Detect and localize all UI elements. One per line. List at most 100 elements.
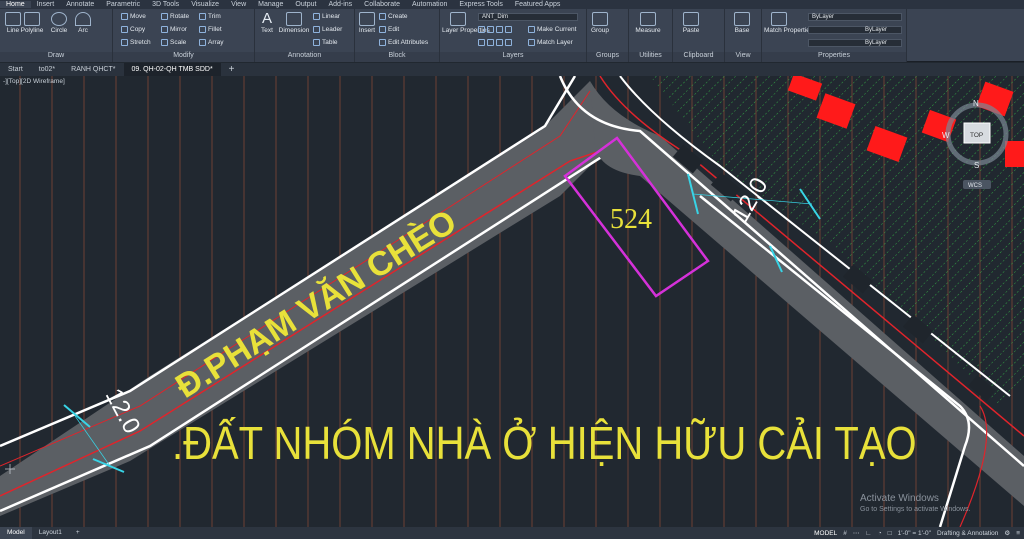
current-layer-dropdown[interactable]: ANT_Dim — [478, 13, 578, 21]
doc-tab-active-drawing[interactable]: 09. QH-02-QH TMB SDD* — [123, 63, 221, 76]
tab-manage[interactable]: Manage — [252, 1, 289, 8]
leader-icon — [313, 26, 320, 33]
tab-parametric[interactable]: Parametric — [100, 1, 146, 8]
utilities-panel-title[interactable]: Utilities — [629, 52, 672, 62]
move-icon — [121, 13, 128, 20]
mirror-button[interactable]: Mirror — [161, 26, 187, 33]
doc-tab-ranh-qhct[interactable]: RANH QHCT* — [63, 63, 123, 76]
tab-annotate[interactable]: Annotate — [60, 1, 100, 8]
rotate-button[interactable]: Rotate — [161, 13, 189, 20]
annotation-panel-title[interactable]: Annotation — [255, 52, 354, 62]
annotation-scale[interactable]: 1'-0" = 1'-0" — [898, 530, 931, 537]
draw-panel-title[interactable]: Draw — [0, 52, 112, 62]
insert-button[interactable]: Insert — [357, 12, 377, 34]
fillet-button[interactable]: Fillet — [199, 26, 222, 33]
match-properties-button[interactable]: Match Properties — [764, 12, 813, 34]
arc-button[interactable]: Arc — [72, 12, 94, 34]
trim-button[interactable]: Trim — [199, 13, 221, 20]
match-layer-button[interactable]: Match Layer — [528, 39, 573, 46]
tab-automation[interactable]: Automation — [406, 1, 453, 8]
move-button[interactable]: Move — [121, 13, 146, 20]
scale-button[interactable]: Scale — [161, 39, 186, 46]
menu-icon[interactable]: ≡ — [1016, 530, 1020, 537]
tab-view[interactable]: View — [225, 1, 252, 8]
model-layout-tab[interactable]: Model — [0, 527, 32, 539]
doc-tab-start[interactable]: Start — [0, 63, 31, 76]
linetype-dropdown[interactable]: ByLayer — [808, 26, 902, 34]
osnap-icon[interactable]: □ — [888, 530, 892, 537]
clipboard-panel: Paste Clipboard — [673, 9, 725, 62]
viewcube-north-label: N — [973, 99, 979, 108]
color-dropdown[interactable]: ByLayer — [808, 13, 902, 21]
trim-icon — [199, 13, 206, 20]
make-current-button[interactable]: Make Current — [528, 26, 576, 33]
tab-insert[interactable]: Insert — [31, 1, 61, 8]
paste-button[interactable]: Paste — [679, 12, 703, 34]
stretch-button[interactable]: Stretch — [121, 39, 151, 46]
linear-button[interactable]: Linear — [313, 13, 340, 20]
polyline-button[interactable]: Polyline — [19, 12, 45, 34]
tab-express-tools[interactable]: Express Tools — [453, 1, 508, 8]
workspace-switch[interactable]: Drafting & Annotation — [937, 530, 998, 537]
layer-tools-row2[interactable] — [478, 39, 512, 46]
lineweight-dropdown[interactable]: ByLayer — [808, 39, 902, 47]
modify-panel-title[interactable]: Modify — [113, 52, 254, 62]
new-tab-button[interactable]: + — [221, 63, 243, 76]
doc-tab-to02[interactable]: to02* — [31, 63, 63, 76]
measure-button[interactable]: Measure — [632, 12, 664, 34]
polar-icon[interactable]: ◔ — [878, 530, 882, 537]
ortho-icon[interactable]: ∟ — [865, 530, 871, 537]
properties-panel: Match Properties ByLayer ByLayer ByLayer… — [762, 9, 907, 62]
layer-freeze-icon — [496, 26, 503, 33]
base-button[interactable]: Base — [731, 12, 753, 34]
copy-icon — [121, 26, 128, 33]
view-panel: Base View — [725, 9, 762, 62]
edit-block-button[interactable]: Edit — [379, 26, 399, 33]
model-space-toggle[interactable]: MODEL — [814, 530, 837, 537]
viewport-label[interactable]: -][Top][2D Wireframe] — [3, 78, 65, 85]
drawing-viewport[interactable]: Đ.PHẠM VĂN CHÈO .ĐẤT NHÓM NHÀ Ở HIỆN HỮU… — [0, 76, 1024, 527]
tab-home[interactable]: Home — [0, 1, 31, 8]
tab-output[interactable]: Output — [289, 1, 322, 8]
fillet-icon — [199, 26, 206, 33]
grid-icon[interactable]: # — [843, 530, 847, 537]
drawing-canvas[interactable]: Đ.PHẠM VĂN CHÈO .ĐẤT NHÓM NHÀ Ở HIỆN HỮU… — [0, 76, 1024, 527]
tab-3d-tools[interactable]: 3D Tools — [146, 1, 185, 8]
settings-icon[interactable]: ⚙ — [1004, 529, 1010, 537]
create-block-button[interactable]: Create — [379, 13, 408, 20]
edit-attributes-button[interactable]: Edit Attributes — [379, 39, 428, 46]
rotate-icon — [161, 13, 168, 20]
layers-panel-title[interactable]: Layers — [440, 52, 586, 62]
clipboard-panel-title[interactable]: Clipboard — [673, 52, 724, 62]
viewcube-south-label: S — [974, 161, 979, 170]
properties-panel-title[interactable]: Properties — [762, 52, 906, 62]
layout1-tab[interactable]: Layout1 — [32, 527, 69, 539]
add-layout-button[interactable]: + — [69, 527, 87, 539]
array-button[interactable]: Array — [199, 39, 224, 46]
groups-panel-title[interactable]: Groups — [587, 52, 628, 62]
tab-collaborate[interactable]: Collaborate — [358, 1, 406, 8]
snap-icon[interactable]: ⋯ — [853, 529, 860, 537]
document-tab-bar: Start to02* RANH QHCT* 09. QH-02-QH TMB … — [0, 63, 1024, 76]
group-button[interactable]: Group — [589, 12, 611, 34]
ribbon: Line Polyline Circle Arc Draw Move Rotat… — [0, 9, 1024, 62]
edit-icon — [379, 26, 386, 33]
layer-tools-row1[interactable] — [478, 26, 512, 33]
mirror-icon — [161, 26, 168, 33]
dimension-button[interactable]: Dimension — [277, 12, 311, 34]
layer-properties-button[interactable]: Layer Properties — [442, 12, 490, 34]
circle-button[interactable]: Circle — [47, 12, 71, 34]
block-panel-title[interactable]: Block — [355, 52, 439, 62]
table-button[interactable]: Table — [313, 39, 338, 46]
layer-unisolate-icon — [487, 39, 494, 46]
tab-featured-apps[interactable]: Featured Apps — [509, 1, 567, 8]
text-button[interactable]: A Text — [257, 11, 277, 34]
groups-panel: Group Groups — [587, 9, 629, 62]
status-bar: Model Layout1 + MODEL # ⋯ ∟ ◔ □ 1'-0" = … — [0, 527, 1024, 539]
tab-visualize[interactable]: Visualize — [185, 1, 225, 8]
tab-add-ins[interactable]: Add-ins — [322, 1, 358, 8]
insert-icon — [359, 12, 375, 26]
view-panel-title[interactable]: View — [725, 52, 761, 62]
leader-button[interactable]: Leader — [313, 26, 342, 33]
copy-button[interactable]: Copy — [121, 26, 145, 33]
